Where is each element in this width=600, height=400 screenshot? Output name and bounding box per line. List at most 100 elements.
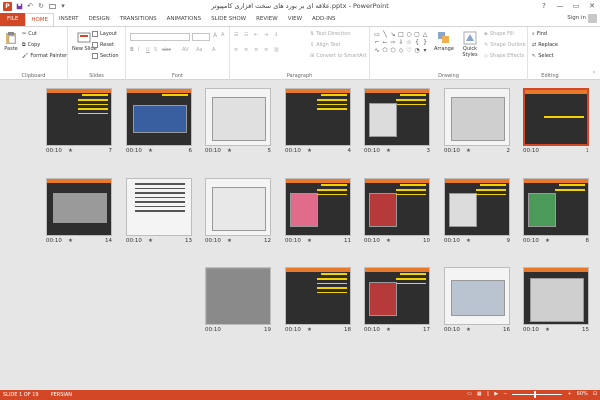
select-button[interactable]: ↖ Select xyxy=(532,53,554,59)
shape-outline-button[interactable]: ✎ Shape Outline xyxy=(484,42,526,48)
arrow-icon[interactable]: ↘ xyxy=(389,30,397,38)
slide-3-thumbnail[interactable] xyxy=(364,88,430,146)
tab-transitions[interactable]: TRANSITIONS xyxy=(115,13,162,26)
slide-9-thumbnail[interactable] xyxy=(444,178,510,236)
slide-sorter-view-icon[interactable]: ▦ xyxy=(477,391,482,397)
slide-17-thumbnail[interactable] xyxy=(364,267,430,325)
slide-5-thumbnail[interactable] xyxy=(205,88,271,146)
slide-1-thumbnail[interactable] xyxy=(523,88,589,146)
maximize-icon[interactable]: ▭ xyxy=(570,1,582,11)
undo-icon[interactable]: ↶ xyxy=(26,2,34,10)
reading-view-icon[interactable]: ▯ xyxy=(487,391,490,397)
zoom-in-icon[interactable]: + xyxy=(567,391,571,397)
normal-view-icon[interactable]: ▭ xyxy=(467,391,472,397)
shadow-icon[interactable]: S xyxy=(154,47,157,53)
language-indicator[interactable]: PERSIAN xyxy=(51,392,72,398)
line-icon[interactable]: ╲ xyxy=(381,30,389,38)
tab-home[interactable]: HOME xyxy=(25,13,55,26)
align-left-icon[interactable]: ≡ xyxy=(234,47,238,53)
shrink-font-icon[interactable]: A xyxy=(221,32,224,38)
strikethrough-icon[interactable]: abc xyxy=(162,47,171,53)
text-box-icon[interactable]: ▭ xyxy=(373,30,381,38)
right-arrow-icon[interactable]: ⇨ xyxy=(389,38,397,46)
replace-button[interactable]: ⇄ Replace xyxy=(532,42,558,48)
bullets-icon[interactable]: ☰ xyxy=(234,32,238,38)
brace-icon[interactable]: { xyxy=(413,38,421,46)
zoom-out-icon[interactable]: − xyxy=(503,391,507,397)
font-color-icon[interactable]: A xyxy=(212,47,215,53)
elbow-icon[interactable]: ⌙ xyxy=(381,38,389,46)
columns-icon[interactable]: ▥ xyxy=(274,47,279,53)
shapes-gallery[interactable]: ▭ ╲ ↘ □ ○ ▢ △ ⌐ ⌙ ⇨ ⇩ ☆ { } ∿ ⬠ ⬡ ◇ ♡ ◔ … xyxy=(373,30,429,63)
bold-icon[interactable]: B xyxy=(130,47,134,53)
minimize-icon[interactable]: — xyxy=(554,1,566,11)
zoom-slider[interactable] xyxy=(512,390,563,398)
section-button[interactable]: Section xyxy=(92,53,119,59)
sign-in-link[interactable]: Sign in xyxy=(567,15,586,21)
layout-button[interactable]: Layout xyxy=(92,31,117,37)
redo-icon[interactable]: ↻ xyxy=(37,2,45,10)
rounded-rect-icon[interactable]: ▢ xyxy=(413,30,421,38)
font-size-select[interactable] xyxy=(192,33,210,41)
tab-add-ins[interactable]: ADD-INS xyxy=(307,13,340,26)
connector-icon[interactable]: ⌐ xyxy=(373,38,381,46)
cut-button[interactable]: ✂ Cut xyxy=(22,31,37,37)
shape-fill-button[interactable]: ◈ Shape Fill xyxy=(484,31,514,37)
avatar[interactable] xyxy=(588,14,597,23)
rectangle-icon[interactable]: □ xyxy=(397,30,405,38)
slide-2-thumbnail[interactable] xyxy=(444,88,510,146)
more-shapes-icon[interactable]: ▾ xyxy=(421,46,429,54)
customize-qat-icon[interactable]: ▾ xyxy=(59,2,67,10)
decrease-indent-icon[interactable]: ⇤ xyxy=(254,32,258,38)
callout-icon[interactable]: ◔ xyxy=(413,46,421,54)
slide-10-thumbnail[interactable] xyxy=(364,178,430,236)
tab-design[interactable]: DESIGN xyxy=(84,13,115,26)
quick-styles-button[interactable]: Quick Styles xyxy=(458,31,482,58)
triangle-icon[interactable]: △ xyxy=(421,30,429,38)
tab-slide-show[interactable]: SLIDE SHOW xyxy=(206,13,251,26)
numbering-icon[interactable]: ☷ xyxy=(244,32,248,38)
underline-icon[interactable]: U xyxy=(146,47,150,53)
oval-icon[interactable]: ○ xyxy=(405,30,413,38)
text-direction-button[interactable]: ⇅ Text Direction xyxy=(310,31,351,37)
fit-to-window-icon[interactable]: ⊡ xyxy=(593,391,597,397)
tab-review[interactable]: REVIEW xyxy=(251,13,283,26)
slide-14-thumbnail[interactable] xyxy=(46,178,112,236)
close-icon[interactable]: ✕ xyxy=(586,1,598,11)
curve-icon[interactable]: ∿ xyxy=(373,46,381,54)
heart-icon[interactable]: ♡ xyxy=(405,46,413,54)
shape-effects-button[interactable]: ◇ Shape Effects xyxy=(484,53,524,59)
down-arrow-icon[interactable]: ⇩ xyxy=(397,38,405,46)
character-spacing-icon[interactable]: AV xyxy=(182,47,189,53)
slide-11-thumbnail[interactable] xyxy=(285,178,351,236)
slideshow-view-icon[interactable]: ▶ xyxy=(494,391,498,397)
tab-file[interactable]: FILE xyxy=(0,13,26,26)
help-icon[interactable]: ? xyxy=(538,1,550,11)
find-button[interactable]: ⌕ Find xyxy=(532,31,547,37)
slide-12-thumbnail[interactable] xyxy=(205,178,271,236)
zoom-slider-thumb[interactable] xyxy=(534,390,537,398)
star-shape-icon[interactable]: ☆ xyxy=(405,38,413,46)
brace-right-icon[interactable]: } xyxy=(421,38,429,46)
font-name-select[interactable] xyxy=(130,33,190,41)
collapse-ribbon-icon[interactable]: ⌃ xyxy=(592,71,596,77)
diamond-icon[interactable]: ◇ xyxy=(397,46,405,54)
hexagon-icon[interactable]: ⬡ xyxy=(389,46,397,54)
align-text-button[interactable]: ⇕ Align Text xyxy=(310,42,340,48)
format-painter-button[interactable]: 🖌 Format Painter xyxy=(22,53,67,59)
copy-button[interactable]: ⧉ Copy xyxy=(22,42,40,48)
align-right-icon[interactable]: ≡ xyxy=(254,47,258,53)
convert-smartart-button[interactable]: ⊞ Convert to SmartArt xyxy=(310,53,367,59)
slide-18-thumbnail[interactable] xyxy=(285,267,351,325)
slide-13-thumbnail[interactable] xyxy=(126,178,192,236)
slide-16-thumbnail[interactable] xyxy=(444,267,510,325)
grow-font-icon[interactable]: A xyxy=(213,32,217,39)
align-center-icon[interactable]: ≡ xyxy=(244,47,248,53)
increase-indent-icon[interactable]: ⇥ xyxy=(264,32,268,38)
start-slideshow-icon[interactable] xyxy=(48,2,56,10)
pentagon-icon[interactable]: ⬠ xyxy=(381,46,389,54)
tab-animations[interactable]: ANIMATIONS xyxy=(162,13,207,26)
paste-button[interactable]: Paste xyxy=(4,31,18,52)
justify-icon[interactable]: ≡ xyxy=(264,47,268,53)
italic-icon[interactable]: I xyxy=(138,47,139,53)
